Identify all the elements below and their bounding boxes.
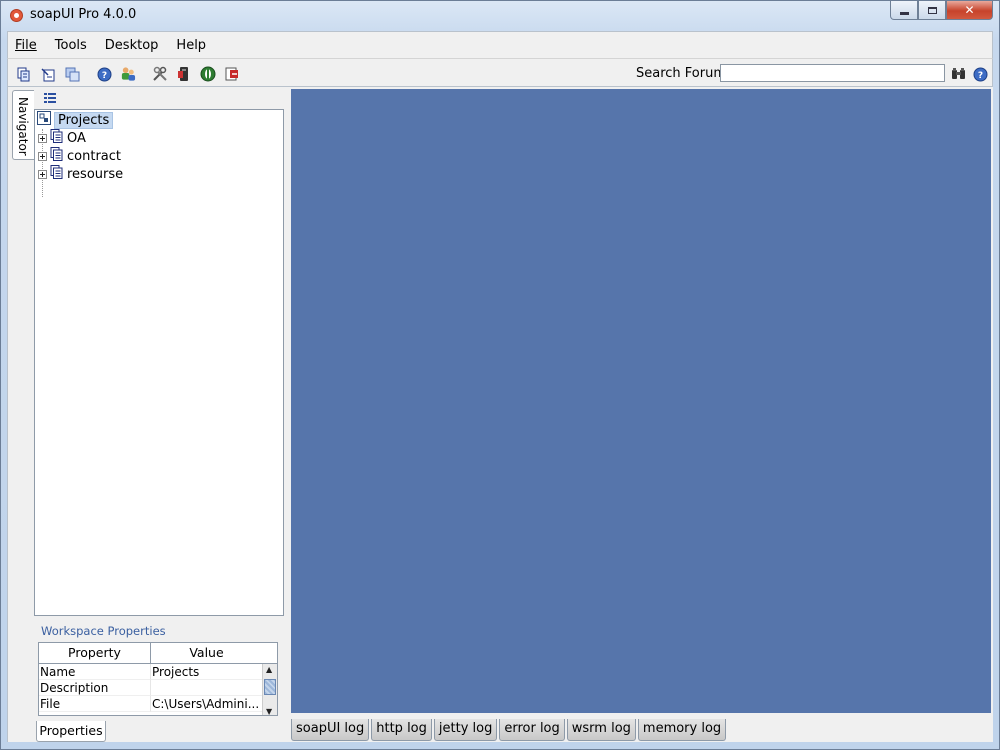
log-tabs: soapUI log http log jetty log error log … xyxy=(291,719,728,741)
proxy-icon[interactable] xyxy=(176,66,192,82)
workspace-icon xyxy=(37,111,51,129)
property-name-cell: Name xyxy=(39,664,151,680)
main-toolbar: ? Search Forum ? xyxy=(7,58,993,87)
binoculars-icon[interactable] xyxy=(950,66,966,82)
tree-node-label: OA xyxy=(67,130,86,146)
scroll-thumb[interactable] xyxy=(264,679,276,695)
tab-soapui-log[interactable]: soapUI log xyxy=(291,719,370,741)
help-icon[interactable]: ? xyxy=(96,66,112,82)
column-header-value[interactable]: Value xyxy=(151,643,262,663)
table-row[interactable]: File C:\Users\Admini... xyxy=(39,696,277,712)
property-name-cell: File xyxy=(39,696,151,712)
navigator-tab[interactable]: Navigator xyxy=(12,90,34,160)
search-forum-input[interactable] xyxy=(720,64,945,82)
project-icon xyxy=(50,165,63,183)
exit-icon[interactable] xyxy=(224,66,240,82)
menu-tools-label: Tools xyxy=(54,37,87,53)
close-button[interactable]: ✕ xyxy=(946,1,993,20)
maximize-icon xyxy=(927,6,937,14)
project-icon xyxy=(50,129,63,147)
property-value-cell[interactable]: C:\Users\Admini... xyxy=(151,696,262,712)
properties-table: Property Value Name Projects Description… xyxy=(38,642,278,716)
svg-text:?: ? xyxy=(101,71,106,81)
menu-desktop-label: Desktop xyxy=(104,37,159,53)
properties-scrollbar[interactable]: ▲ ▼ xyxy=(262,664,277,715)
properties-tab[interactable]: Properties xyxy=(36,721,106,742)
preferences-icon[interactable] xyxy=(152,66,168,82)
desktop-area[interactable] xyxy=(291,89,991,713)
save-all-icon[interactable] xyxy=(64,66,80,82)
search-forum-label: Search Forum xyxy=(636,66,727,81)
project-tree[interactable]: Projects OA contract resourse xyxy=(34,109,284,616)
tab-http-log[interactable]: http log xyxy=(371,719,432,741)
tree-node-project[interactable]: contract xyxy=(38,147,121,165)
tab-jetty-log[interactable]: jetty log xyxy=(433,719,498,741)
tab-memory-log[interactable]: memory log xyxy=(637,719,727,741)
navigator-tab-label: Navigator xyxy=(16,97,30,156)
soapui-logo-icon[interactable] xyxy=(10,9,23,22)
expand-icon[interactable] xyxy=(38,133,47,143)
menu-desktop[interactable]: Desktop xyxy=(104,38,160,53)
minimize-icon xyxy=(899,11,909,15)
tree-node-label: contract xyxy=(67,148,121,164)
tree-node-label: resourse xyxy=(67,166,124,182)
menu-file-mnemonic: File xyxy=(15,37,37,53)
menu-bar: File Tools Desktop Help xyxy=(7,31,993,58)
table-header: Property Value xyxy=(39,643,277,664)
maximize-button[interactable] xyxy=(918,1,946,20)
minimize-button[interactable] xyxy=(890,1,918,20)
navigator-panel: Projects OA contract resourse Workspace … xyxy=(34,87,288,742)
svg-text:?: ? xyxy=(977,71,982,81)
close-icon: ✕ xyxy=(964,3,975,17)
scroll-up-icon[interactable]: ▲ xyxy=(266,665,272,674)
navigator-tab-strip: Navigator xyxy=(7,87,34,742)
title-bar[interactable]: soapUI Pro 4.0.0 ✕ xyxy=(1,1,999,29)
table-row[interactable]: Description xyxy=(39,680,277,696)
property-value-cell[interactable]: Projects xyxy=(151,664,262,680)
menu-tools[interactable]: Tools xyxy=(54,38,88,53)
app-window: soapUI Pro 4.0.0 ✕ File Tools Desktop He… xyxy=(0,0,1000,750)
menu-file[interactable]: File xyxy=(14,38,38,53)
users-icon[interactable] xyxy=(120,66,136,82)
new-project-icon[interactable] xyxy=(16,66,32,82)
import-project-icon[interactable] xyxy=(40,66,56,82)
table-row[interactable]: Name Projects xyxy=(39,664,277,680)
tab-error-log[interactable]: error log xyxy=(499,719,565,741)
tree-node-label: Projects xyxy=(54,111,114,129)
column-header-property[interactable]: Property xyxy=(39,643,151,663)
launch-icon[interactable] xyxy=(200,66,216,82)
workspace-properties-title: Workspace Properties xyxy=(41,624,166,638)
tab-wsrm-log[interactable]: wsrm log xyxy=(566,719,636,741)
project-icon xyxy=(50,147,63,165)
menu-help-label: Help xyxy=(176,37,207,53)
tree-node-project[interactable]: resourse xyxy=(38,165,123,183)
property-value-cell[interactable] xyxy=(151,680,262,696)
window-controls: ✕ xyxy=(890,1,993,21)
forum-help-icon[interactable]: ? xyxy=(972,66,988,82)
property-name-cell: Description xyxy=(39,680,151,696)
window-title: soapUI Pro 4.0.0 xyxy=(30,7,137,22)
tree-node-project[interactable]: OA xyxy=(38,129,86,147)
expand-icon[interactable] xyxy=(38,151,47,161)
menu-help[interactable]: Help xyxy=(175,38,207,53)
scroll-down-icon[interactable]: ▼ xyxy=(266,707,272,715)
expand-icon[interactable] xyxy=(38,169,47,179)
collapse-all-icon[interactable] xyxy=(43,92,57,108)
tree-node-projects[interactable]: Projects xyxy=(37,111,114,129)
